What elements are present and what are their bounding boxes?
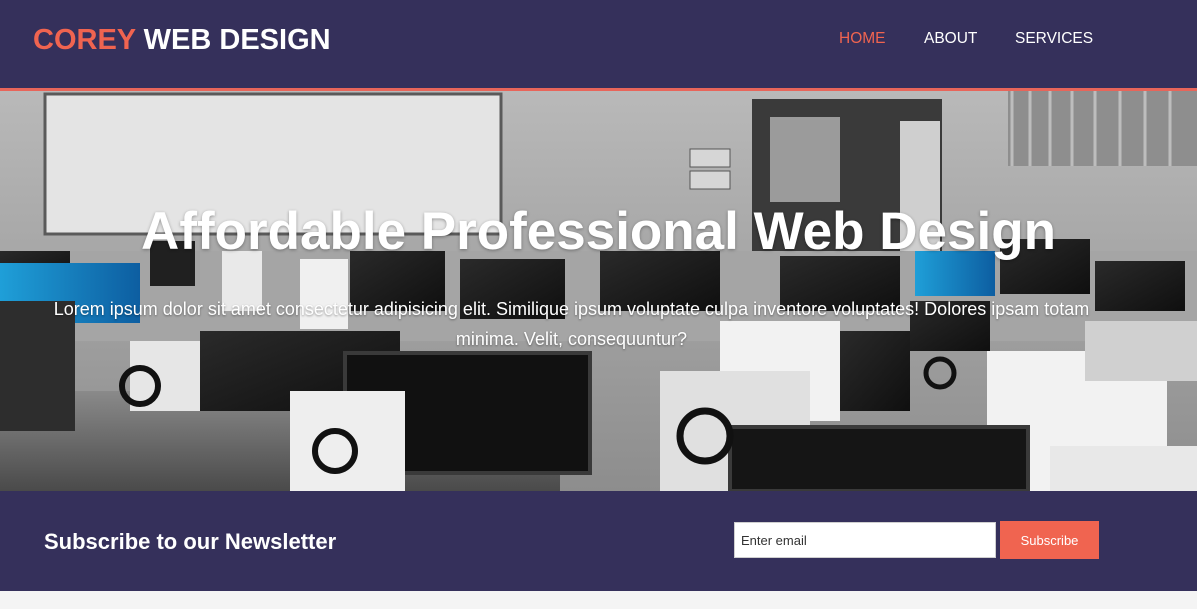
page-bottom-strip xyxy=(0,591,1197,609)
main-nav: HOME ABOUT SERVICES xyxy=(0,30,1197,50)
showcase-background-image xyxy=(0,91,1197,491)
showcase: Affordable Professional Web Design Lorem… xyxy=(0,91,1197,491)
newsletter-heading: Subscribe to our Newsletter xyxy=(44,529,337,554)
newsletter-section: Subscribe to our Newsletter Subscribe xyxy=(0,491,1197,591)
site-header: COREY WEB DESIGN HOME ABOUT SERVICES xyxy=(0,0,1197,88)
showcase-title: Affordable Professional Web Design xyxy=(141,202,1056,261)
email-input[interactable] xyxy=(734,522,996,558)
nav-about-link[interactable]: ABOUT xyxy=(924,30,977,48)
nav-services-link[interactable]: SERVICES xyxy=(1015,30,1093,48)
showcase-description: Lorem ipsum dolor sit amet consectetur a… xyxy=(53,299,1090,349)
subscribe-button[interactable]: Subscribe xyxy=(1000,521,1099,559)
nav-home-link[interactable]: HOME xyxy=(839,30,886,48)
